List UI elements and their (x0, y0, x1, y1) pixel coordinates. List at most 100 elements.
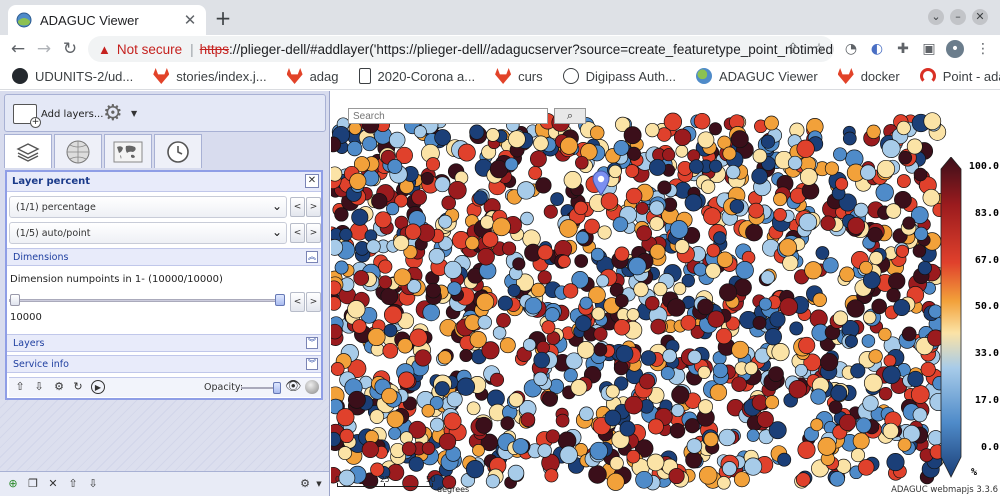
data-point (829, 471, 845, 487)
sidebar-icon[interactable]: ▣ (920, 40, 938, 58)
data-point (508, 392, 524, 408)
slider-handle[interactable] (275, 294, 285, 306)
bookmark-item[interactable]: Digipass Auth... (562, 68, 676, 84)
opacity-handle[interactable] (273, 382, 281, 394)
close-window-icon[interactable]: ✕ (972, 9, 988, 25)
data-point (475, 416, 493, 434)
data-point (544, 307, 560, 323)
tab-projection[interactable] (54, 134, 102, 168)
bookmark-item[interactable]: adag (286, 68, 339, 84)
refresh-icon[interactable]: ↻ (71, 380, 85, 394)
bookmark-star-icon[interactable]: ☆ (810, 40, 828, 58)
service-info-section-header[interactable]: Service info ︾ (7, 355, 321, 373)
tab-layers[interactable] (4, 134, 52, 168)
style-select[interactable]: (1/1) percentage ⌄ (9, 196, 287, 218)
bookmark-item[interactable]: docker (837, 68, 900, 84)
collapse-icon[interactable]: ︽ (306, 251, 318, 263)
url-text: ://plieger-dell/#addlayer('https://plieg… (228, 41, 834, 57)
bookmark-item[interactable]: stories/index.j... (153, 68, 267, 84)
render-next-button[interactable]: > (306, 223, 321, 243)
new-tab-button[interactable]: + (212, 8, 234, 30)
dimension-value: 10000 (10, 312, 42, 323)
bookmark-item[interactable]: curs (495, 68, 543, 84)
menu-icon[interactable]: ⋮ (974, 40, 992, 58)
dimension-slider[interactable] (9, 292, 287, 308)
eye-icon[interactable]: 👁 (285, 380, 302, 394)
tab-time[interactable] (154, 134, 202, 168)
data-point (639, 373, 656, 390)
data-point (425, 282, 442, 299)
bookmark-item[interactable]: ADAGUC Viewer (695, 68, 818, 84)
adaguc-favicon-icon (16, 12, 32, 28)
bookmark-item[interactable]: UDUNITS-2/ud... (12, 68, 133, 84)
move-down-icon[interactable]: ⇩ (32, 380, 46, 394)
share-icon[interactable]: ⇪ (784, 40, 802, 58)
data-point (719, 283, 738, 302)
style-next-button[interactable]: > (306, 197, 321, 217)
chevron-down-icon[interactable]: ⌄ (928, 9, 944, 25)
data-point (662, 148, 676, 162)
data-point (917, 260, 932, 276)
close-icon[interactable]: ✕ (305, 174, 319, 188)
add-icon[interactable]: ⊕ (6, 477, 20, 491)
render-method-select[interactable]: (1/5) auto/point ⌄ (9, 222, 287, 244)
expand-icon[interactable]: ︾ (306, 337, 318, 349)
address-bar[interactable]: ▲ Not secure | https ://plieger-dell/#ad… (88, 36, 834, 62)
puzzle-icon[interactable]: ✚ (894, 40, 912, 58)
data-point (593, 342, 608, 357)
data-point (626, 146, 642, 161)
gear-icon[interactable]: ⚙ (103, 103, 123, 125)
status-indicator-icon[interactable] (305, 380, 319, 394)
add-layers-button[interactable]: + Add layers... (13, 104, 103, 128)
data-point (577, 341, 595, 359)
data-point (625, 187, 643, 205)
tab-basemap[interactable] (104, 134, 152, 168)
bookmark-item[interactable]: 2020-Corona a... (358, 68, 475, 84)
search-input[interactable] (348, 108, 548, 124)
data-point (700, 179, 716, 194)
delete-icon[interactable]: ✕ (46, 477, 60, 491)
opacity-slider[interactable] (241, 382, 281, 394)
move-down-icon[interactable]: ⇩ (86, 477, 100, 491)
browser-tab[interactable]: ADAGUC Viewer ✕ (8, 5, 206, 35)
play-icon[interactable]: ▶ (91, 380, 105, 394)
slider-start-handle[interactable] (10, 294, 20, 306)
data-point (465, 460, 485, 479)
data-point (597, 225, 612, 240)
reload-icon[interactable]: ↻ (60, 39, 80, 59)
move-up-icon[interactable]: ⇧ (66, 477, 80, 491)
dimension-prev-button[interactable]: < (290, 292, 305, 312)
gear-icon[interactable]: ⚙ (298, 477, 312, 491)
data-point (897, 437, 912, 452)
extension-c-icon[interactable]: ◔ (842, 40, 860, 58)
dimension-next-button[interactable]: > (306, 292, 321, 312)
render-prev-button[interactable]: < (290, 223, 305, 243)
bookmark-item[interactable]: Point - adaguc... (919, 68, 1000, 84)
data-point (437, 350, 452, 365)
move-up-icon[interactable]: ⇧ (13, 380, 27, 394)
back-icon[interactable]: ← (8, 39, 28, 59)
expand-icon[interactable]: ︾ (306, 358, 318, 370)
tab-close-icon[interactable]: ✕ (182, 11, 198, 29)
caret-down-icon[interactable]: ▼ (312, 477, 326, 491)
data-point (336, 408, 355, 427)
data-point (386, 410, 405, 429)
duplicate-icon[interactable]: ❐ (26, 477, 40, 491)
data-point (820, 215, 836, 231)
map-view[interactable]: ⌕ 100.0 83.0 6 (331, 91, 1000, 496)
forward-icon[interactable]: → (34, 39, 54, 59)
style-prev-button[interactable]: < (290, 197, 305, 217)
extension-b-icon[interactable]: ◐ (868, 40, 886, 58)
caret-down-icon[interactable]: ▼ (131, 109, 137, 118)
data-point (447, 281, 462, 296)
settings-icon[interactable]: ⚙ (52, 380, 66, 394)
dimensions-section-header[interactable]: Dimensions ︽ (7, 248, 321, 266)
location-marker-icon[interactable] (592, 170, 610, 196)
layers-section-header[interactable]: Layers ︾ (7, 334, 321, 352)
data-point (703, 431, 719, 447)
minimize-icon[interactable]: – (950, 9, 966, 25)
search-icon[interactable]: ⌕ (554, 108, 586, 124)
data-point (430, 417, 445, 432)
data-point (512, 257, 526, 271)
avatar[interactable]: • (946, 40, 964, 58)
